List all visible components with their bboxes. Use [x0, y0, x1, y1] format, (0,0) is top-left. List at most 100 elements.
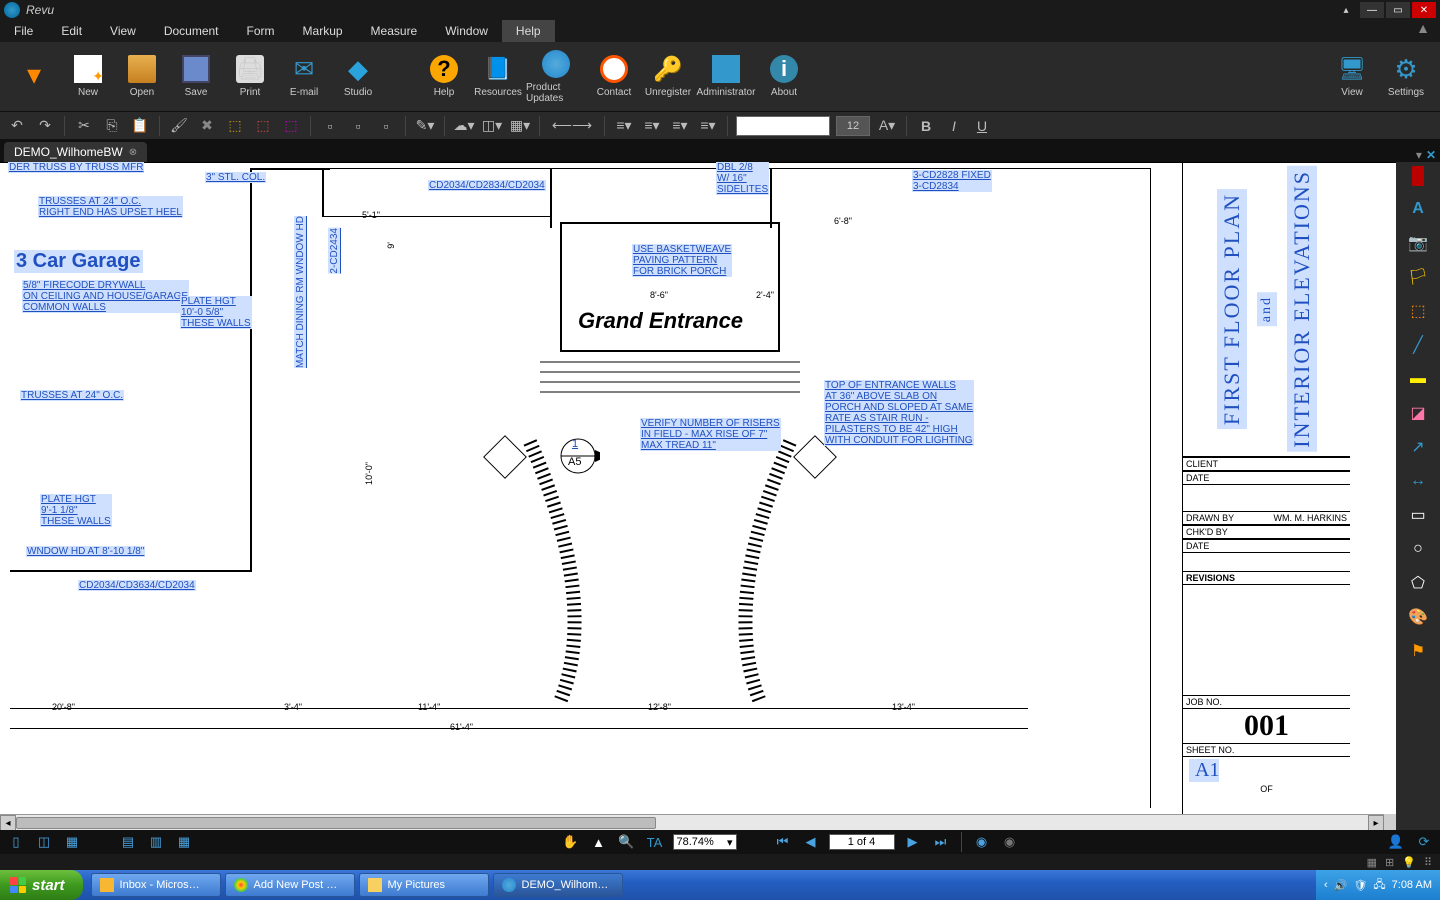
bold-button[interactable]: B: [915, 115, 937, 137]
align-justify-button[interactable]: ≡▾: [697, 115, 719, 137]
open-button[interactable]: Open: [116, 45, 168, 109]
horizontal-scrollbar[interactable]: ◂ ▸: [0, 814, 1384, 830]
grid-icon[interactable]: ▦: [1367, 856, 1377, 869]
chevron-up-icon[interactable]: ▴: [1334, 2, 1358, 18]
zoom-tool-button[interactable]: 🔍: [617, 833, 637, 851]
tool-select[interactable]: ⬚: [1401, 296, 1435, 326]
studio-button[interactable]: ◆Studio: [332, 45, 384, 109]
settings-button[interactable]: ⚙Settings: [1380, 45, 1432, 109]
tool-camera[interactable]: 📷: [1401, 228, 1435, 258]
menu-window[interactable]: Window: [431, 20, 502, 42]
grip-icon[interactable]: ⠿: [1424, 856, 1432, 869]
page-tool3-button[interactable]: ▫: [375, 115, 397, 137]
menu-measure[interactable]: Measure: [357, 20, 432, 42]
view-two-page-button[interactable]: ▦: [174, 833, 194, 851]
tool-rect[interactable]: ▭: [1401, 500, 1435, 530]
align-left-button[interactable]: ≡▾: [613, 115, 635, 137]
cut-button[interactable]: ✂: [73, 115, 95, 137]
tray-expand-icon[interactable]: ‹: [1324, 879, 1328, 891]
tray-network-icon[interactable]: 🖧: [1373, 876, 1385, 895]
tool-line[interactable]: ╱: [1401, 330, 1435, 360]
tool-arrow[interactable]: ↗: [1401, 432, 1435, 462]
help-button[interactable]: ?Help: [418, 45, 470, 109]
erase-button[interactable]: ✖: [196, 115, 218, 137]
tool-b-button[interactable]: ⬚: [252, 115, 274, 137]
shape-button[interactable]: ◫▾: [481, 115, 503, 137]
print-button[interactable]: 🖨Print: [224, 45, 276, 109]
tray-clock[interactable]: 7:08 AM: [1392, 879, 1432, 891]
back-button[interactable]: ▾: [8, 45, 60, 109]
new-button[interactable]: New: [62, 45, 114, 109]
paste-button[interactable]: 📋: [129, 115, 151, 137]
align-right-button[interactable]: ≡▾: [669, 115, 691, 137]
menu-view[interactable]: View: [96, 20, 150, 42]
cloud-button[interactable]: ☁▾: [453, 115, 475, 137]
tool-note[interactable]: 🏳: [1401, 262, 1435, 292]
pen-button[interactable]: ✎▾: [414, 115, 436, 137]
page-number-input[interactable]: 1 of 4: [829, 834, 895, 850]
system-tray[interactable]: ‹ 🔊 🛡 🖧 7:08 AM: [1316, 870, 1440, 900]
last-page-button[interactable]: ⏭: [931, 833, 951, 851]
menu-document[interactable]: Document: [150, 20, 233, 42]
layout-multi-button[interactable]: ▦: [62, 833, 82, 851]
scroll-right-button[interactable]: ▸: [1368, 815, 1384, 830]
resources-button[interactable]: 📘Resources: [472, 45, 524, 109]
prev-page-button[interactable]: ◀: [801, 833, 821, 851]
view-continuous-button[interactable]: ▥: [146, 833, 166, 851]
layout-split-button[interactable]: ◫: [34, 833, 54, 851]
tray-shield-icon[interactable]: 🛡: [1353, 879, 1367, 892]
save-button[interactable]: Save: [170, 45, 222, 109]
format-painter-button[interactable]: 🖌: [168, 115, 190, 137]
close-doc-icon[interactable]: ✕: [1426, 148, 1436, 162]
font-size-select[interactable]: [836, 116, 870, 136]
page-tool2-button[interactable]: ▫: [347, 115, 369, 137]
underline-button[interactable]: U: [971, 115, 993, 137]
tool-c-button[interactable]: ⬚: [280, 115, 302, 137]
bulb-icon[interactable]: 💡: [1402, 856, 1416, 869]
font-color-button[interactable]: A▾: [876, 115, 898, 137]
text-select-button[interactable]: TA: [645, 833, 665, 851]
prev-view-button[interactable]: ◉: [972, 833, 992, 851]
first-page-button[interactable]: ⏮: [773, 833, 793, 851]
taskbar-item-pictures[interactable]: My Pictures: [359, 873, 489, 897]
menu-help[interactable]: Help: [502, 20, 555, 42]
next-view-button[interactable]: ◉: [1000, 833, 1020, 851]
copy-button[interactable]: ⎘: [101, 115, 123, 137]
sync-icon[interactable]: ⟳: [1414, 833, 1434, 851]
page-tool-button[interactable]: ▫: [319, 115, 341, 137]
menu-edit[interactable]: Edit: [47, 20, 96, 42]
tab-close-icon[interactable]: ⊗: [129, 147, 137, 158]
start-button[interactable]: start: [0, 870, 83, 900]
tool-eraser[interactable]: ◪: [1401, 398, 1435, 428]
menu-markup[interactable]: Markup: [289, 20, 357, 42]
next-page-button[interactable]: ▶: [903, 833, 923, 851]
arrow-tool-button[interactable]: ⟵⟶: [548, 115, 596, 137]
tool-dimension[interactable]: ↔: [1401, 466, 1435, 496]
email-button[interactable]: ✉E-mail: [278, 45, 330, 109]
italic-button[interactable]: I: [943, 115, 965, 137]
hatch-button[interactable]: ▦▾: [509, 115, 531, 137]
updates-button[interactable]: Product Updates: [526, 45, 586, 109]
tool-a-button[interactable]: ⬚: [224, 115, 246, 137]
menu-form[interactable]: Form: [233, 20, 289, 42]
view-single-page-button[interactable]: ▤: [118, 833, 138, 851]
tool-flag[interactable]: ⚑: [1401, 636, 1435, 666]
user-icon[interactable]: 👤: [1386, 833, 1406, 851]
admin-button[interactable]: Administrator: [696, 45, 756, 109]
pan-tool-button[interactable]: ✋: [561, 833, 581, 851]
tool-polygon[interactable]: ⬠: [1401, 568, 1435, 598]
menu-file[interactable]: File: [0, 20, 47, 42]
tool-highlight[interactable]: ▬: [1401, 364, 1435, 394]
scroll-left-button[interactable]: ◂: [0, 815, 16, 830]
undo-button[interactable]: ↶: [6, 115, 28, 137]
window-close-button[interactable]: ✕: [1412, 2, 1436, 18]
taskbar-item-addpost[interactable]: Add New Post …: [225, 873, 355, 897]
about-button[interactable]: iAbout: [758, 45, 810, 109]
pin-icon[interactable]: ▲: [1406, 20, 1440, 42]
dock-marker[interactable]: [1412, 166, 1424, 186]
window-maximize-button[interactable]: ▭: [1386, 2, 1410, 18]
unregister-button[interactable]: 🔑Unregister: [642, 45, 694, 109]
document-tab[interactable]: DEMO_WilhomeBW ⊗: [4, 142, 147, 162]
zoom-level-input[interactable]: 78.74%▾: [673, 834, 737, 850]
tool-palette[interactable]: 🎨: [1401, 602, 1435, 632]
